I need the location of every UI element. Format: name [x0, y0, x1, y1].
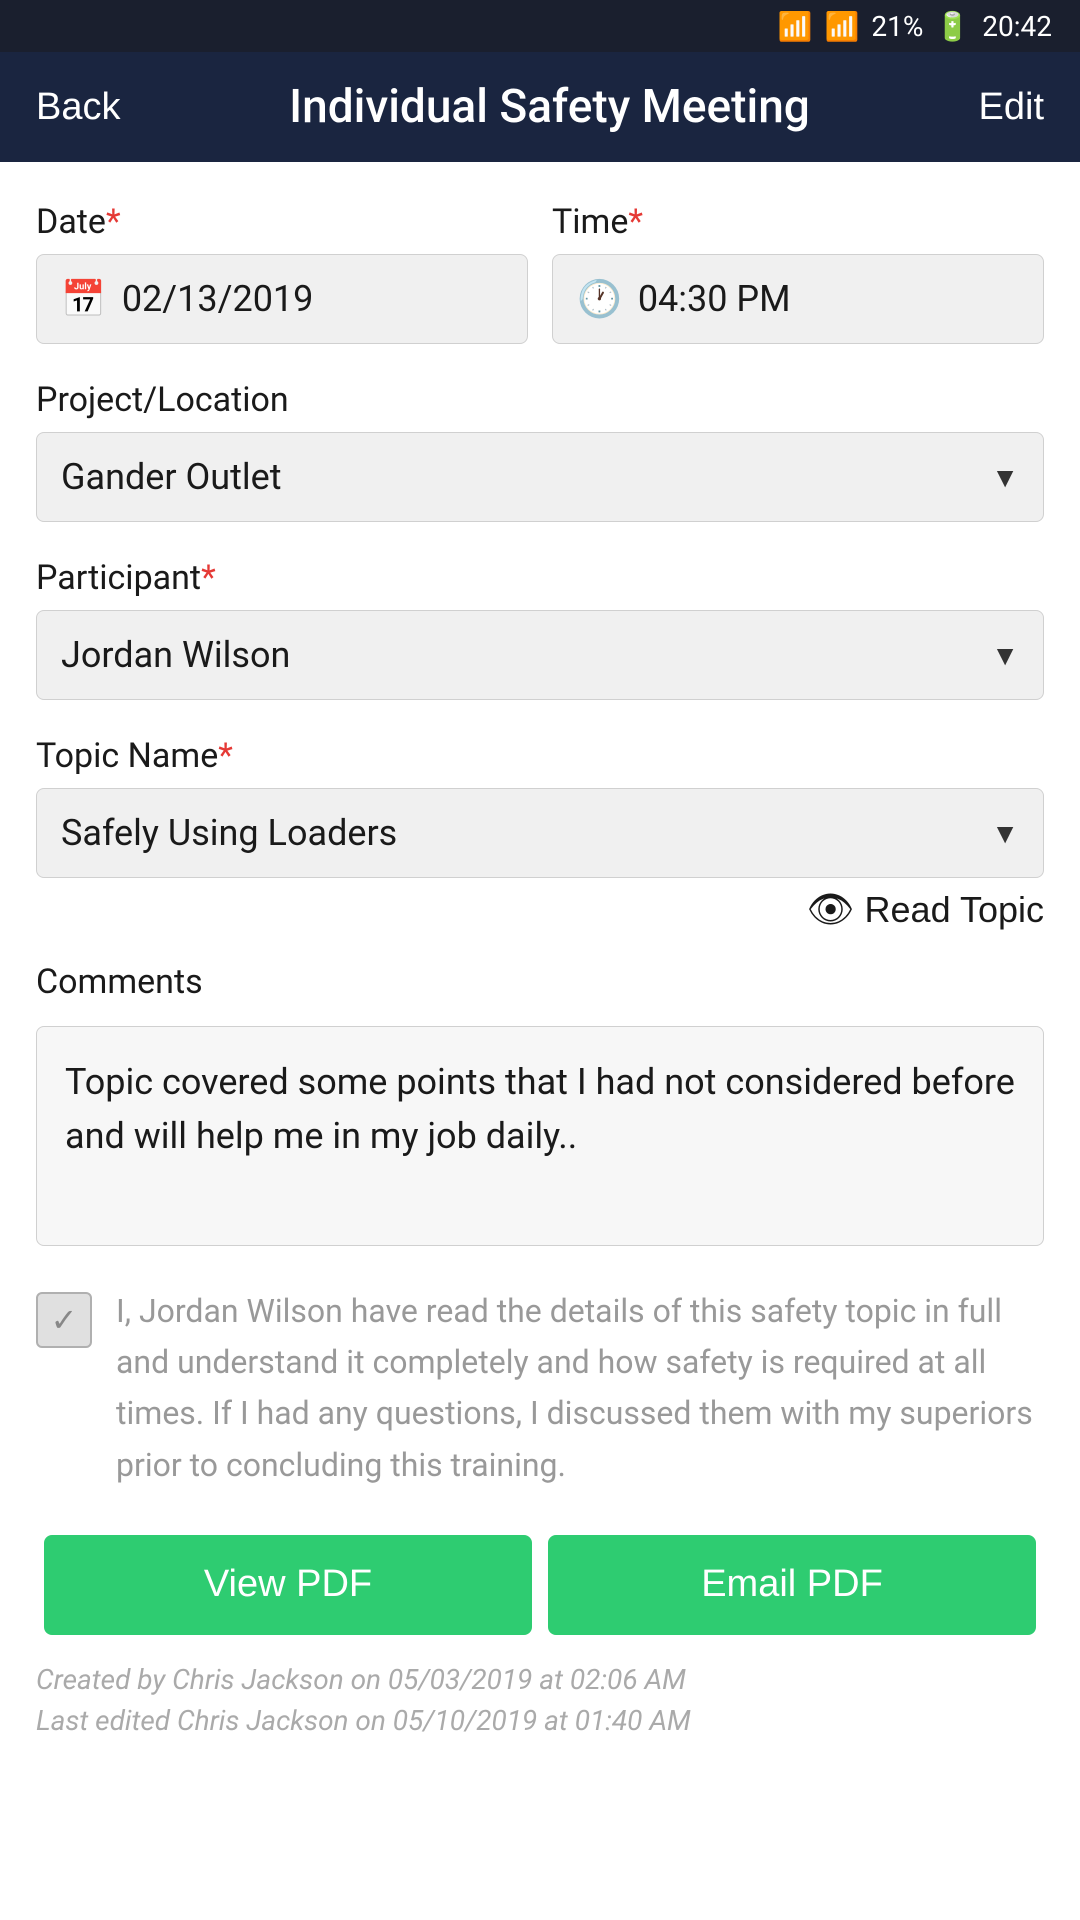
- project-chevron-icon: ▼: [991, 461, 1019, 494]
- comments-label: Comments: [36, 962, 1044, 1002]
- checkbox-check-icon: ✓: [51, 1301, 78, 1339]
- read-topic-label: Read Topic: [865, 889, 1044, 931]
- eye-icon: 👁: [806, 888, 854, 932]
- participant-label: Participant*: [36, 558, 1044, 598]
- read-topic-row: 👁 Read Topic: [36, 888, 1044, 932]
- comments-group: Comments Topic covered some points that …: [36, 962, 1044, 1246]
- time-input[interactable]: 🕐 04:30 PM: [552, 254, 1044, 344]
- page-title: Individual Safety Meeting: [289, 80, 810, 134]
- clock-icon: 🕐: [577, 278, 622, 320]
- consent-text: I, Jordan Wilson have read the details o…: [116, 1286, 1044, 1491]
- header: Back Individual Safety Meeting Edit: [0, 52, 1080, 162]
- topic-value: Safely Using Loaders: [61, 812, 397, 854]
- time-value: 04:30 PM: [638, 278, 791, 320]
- signal-icon: 📶: [825, 10, 860, 43]
- read-topic-button[interactable]: 👁 Read Topic: [806, 888, 1044, 932]
- topic-required: *: [218, 736, 233, 776]
- date-time-row: Date* 📅 02/13/2019 Time* 🕐 04:30 PM: [36, 202, 1044, 344]
- participant-group: Participant* Jordan Wilson ▼: [36, 558, 1044, 700]
- project-value: Gander Outlet: [61, 456, 282, 498]
- status-icons: 📶 📶 21% 🔋 20:42: [778, 10, 1052, 43]
- form-area: Date* 📅 02/13/2019 Time* 🕐 04:30 PM Proj…: [0, 162, 1080, 1246]
- date-value: 02/13/2019: [122, 278, 314, 320]
- battery-icon: 🔋: [935, 10, 970, 43]
- topic-select[interactable]: Safely Using Loaders ▼: [36, 788, 1044, 878]
- date-input[interactable]: 📅 02/13/2019: [36, 254, 528, 344]
- date-label: Date*: [36, 202, 528, 242]
- project-select[interactable]: Gander Outlet ▼: [36, 432, 1044, 522]
- participant-value: Jordan Wilson: [61, 634, 290, 676]
- battery-level: 21%: [871, 10, 923, 43]
- time-label: Time*: [552, 202, 1044, 242]
- date-group: Date* 📅 02/13/2019: [36, 202, 528, 344]
- view-pdf-button[interactable]: View PDF: [44, 1535, 532, 1635]
- bottom-buttons: View PDF Email PDF: [0, 1515, 1080, 1659]
- topic-label: Topic Name*: [36, 736, 1044, 776]
- comments-value: Topic covered some points that I had not…: [65, 1061, 1015, 1157]
- participant-select[interactable]: Jordan Wilson ▼: [36, 610, 1044, 700]
- consent-section: ✓ I, Jordan Wilson have read the details…: [0, 1246, 1080, 1515]
- email-pdf-button[interactable]: Email PDF: [548, 1535, 1036, 1635]
- participant-chevron-icon: ▼: [991, 639, 1019, 672]
- created-text: Created by Chris Jackson on 05/03/2019 a…: [0, 1659, 1080, 1700]
- comments-textarea[interactable]: Topic covered some points that I had not…: [36, 1026, 1044, 1246]
- date-required: *: [106, 202, 121, 242]
- participant-required: *: [201, 558, 216, 598]
- clock-time: 20:42: [982, 10, 1052, 43]
- status-bar: 📶 📶 21% 🔋 20:42: [0, 0, 1080, 52]
- topic-group: Topic Name* Safely Using Loaders ▼: [36, 736, 1044, 878]
- calendar-icon: 📅: [61, 278, 106, 320]
- project-label: Project/Location: [36, 380, 1044, 420]
- time-group: Time* 🕐 04:30 PM: [552, 202, 1044, 344]
- time-required: *: [628, 202, 643, 242]
- back-button[interactable]: Back: [36, 86, 120, 129]
- project-group: Project/Location Gander Outlet ▼: [36, 380, 1044, 522]
- edit-button[interactable]: Edit: [979, 86, 1044, 129]
- wifi-icon: 📶: [778, 10, 813, 43]
- edited-text: Last edited Chris Jackson on 05/10/2019 …: [0, 1700, 1080, 1741]
- consent-checkbox[interactable]: ✓: [36, 1292, 92, 1348]
- topic-chevron-icon: ▼: [991, 817, 1019, 850]
